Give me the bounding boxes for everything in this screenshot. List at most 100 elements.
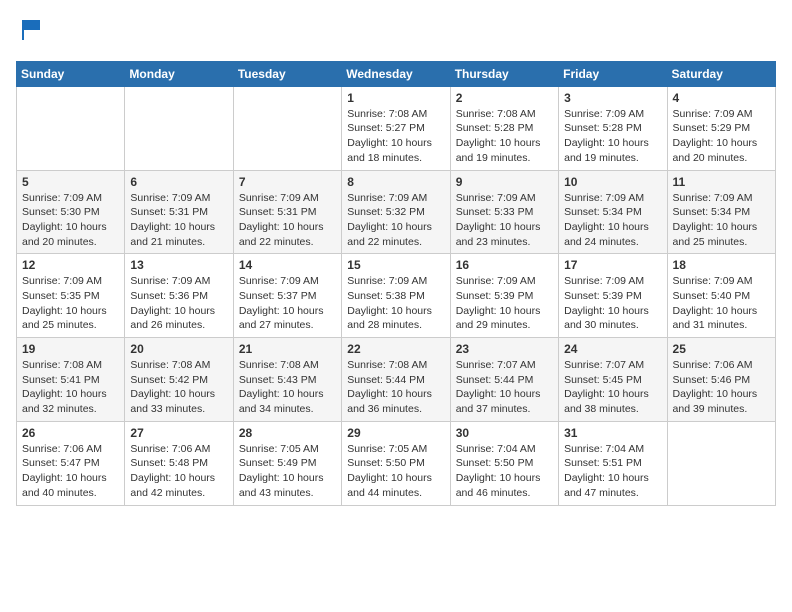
- day-number: 30: [456, 426, 553, 440]
- day-number: 9: [456, 175, 553, 189]
- calendar-cell: 26 Sunrise: 7:06 AMSunset: 5:47 PMDayligh…: [17, 421, 125, 505]
- day-number: 11: [673, 175, 770, 189]
- col-header-friday: Friday: [559, 61, 667, 86]
- calendar-week-row: 5 Sunrise: 7:09 AMSunset: 5:30 PMDaylight…: [17, 170, 776, 254]
- calendar-cell: 22 Sunrise: 7:08 AMSunset: 5:44 PMDayligh…: [342, 338, 450, 422]
- day-info: Sunrise: 7:09 AMSunset: 5:29 PMDaylight:…: [673, 107, 770, 166]
- day-info: Sunrise: 7:09 AMSunset: 5:37 PMDaylight:…: [239, 274, 336, 333]
- day-number: 16: [456, 258, 553, 272]
- page-header: [16, 16, 776, 49]
- day-number: 10: [564, 175, 661, 189]
- day-number: 6: [130, 175, 227, 189]
- calendar-cell: 12 Sunrise: 7:09 AMSunset: 5:35 PMDayligh…: [17, 254, 125, 338]
- calendar-cell: 6Sunrise: 7:09 AMSunset: 5:31 PMDaylight…: [125, 170, 233, 254]
- day-info: Sunrise: 7:04 AMSunset: 5:50 PMDaylight:…: [456, 442, 553, 501]
- day-info: Sunrise: 7:05 AMSunset: 5:49 PMDaylight:…: [239, 442, 336, 501]
- day-number: 17: [564, 258, 661, 272]
- calendar-cell: 18Sunrise: 7:09 AMSunset: 5:40 PMDayligh…: [667, 254, 775, 338]
- day-info: Sunrise: 7:05 AMSunset: 5:50 PMDaylight:…: [347, 442, 444, 501]
- day-info: Sunrise: 7:09 AMSunset: 5:36 PMDaylight:…: [130, 274, 227, 333]
- day-number: 14: [239, 258, 336, 272]
- col-header-monday: Monday: [125, 61, 233, 86]
- logo-flag-icon: [18, 16, 46, 44]
- header-row: SundayMondayTuesdayWednesdayThursdayFrid…: [17, 61, 776, 86]
- calendar-cell: 24 Sunrise: 7:07 AMSunset: 5:45 PMDayligh…: [559, 338, 667, 422]
- day-info: Sunrise: 7:08 AMSunset: 5:27 PMDaylight:…: [347, 107, 444, 166]
- day-number: 19: [22, 342, 119, 356]
- calendar-cell: 16 Sunrise: 7:09 AMSunset: 5:39 PMDayligh…: [450, 254, 558, 338]
- day-number: 22: [347, 342, 444, 356]
- day-number: 28: [239, 426, 336, 440]
- calendar-cell: 28 Sunrise: 7:05 AMSunset: 5:49 PMDayligh…: [233, 421, 341, 505]
- day-info: Sunrise: 7:08 AMSunset: 5:42 PMDaylight:…: [130, 358, 227, 417]
- calendar-week-row: 12 Sunrise: 7:09 AMSunset: 5:35 PMDayligh…: [17, 254, 776, 338]
- day-number: 24: [564, 342, 661, 356]
- col-header-sunday: Sunday: [17, 61, 125, 86]
- col-header-thursday: Thursday: [450, 61, 558, 86]
- day-number: 3: [564, 91, 661, 105]
- day-number: 7: [239, 175, 336, 189]
- calendar-cell: 20Sunrise: 7:08 AMSunset: 5:42 PMDayligh…: [125, 338, 233, 422]
- calendar-cell: 3 Sunrise: 7:09 AMSunset: 5:28 PMDaylight…: [559, 86, 667, 170]
- calendar-cell: 29 Sunrise: 7:05 AMSunset: 5:50 PMDayligh…: [342, 421, 450, 505]
- calendar-week-row: 1 Sunrise: 7:08 AMSunset: 5:27 PMDaylight…: [17, 86, 776, 170]
- calendar-cell: 23Sunrise: 7:07 AMSunset: 5:44 PMDayligh…: [450, 338, 558, 422]
- day-info: Sunrise: 7:09 AMSunset: 5:39 PMDaylight:…: [456, 274, 553, 333]
- day-info: Sunrise: 7:09 AMSunset: 5:34 PMDaylight:…: [564, 191, 661, 250]
- calendar-week-row: 19 Sunrise: 7:08 AMSunset: 5:41 PMDayligh…: [17, 338, 776, 422]
- calendar-cell: 9 Sunrise: 7:09 AMSunset: 5:33 PMDaylight…: [450, 170, 558, 254]
- col-header-saturday: Saturday: [667, 61, 775, 86]
- day-info: Sunrise: 7:09 AMSunset: 5:33 PMDaylight:…: [456, 191, 553, 250]
- calendar-cell: [17, 86, 125, 170]
- day-info: Sunrise: 7:09 AMSunset: 5:28 PMDaylight:…: [564, 107, 661, 166]
- calendar-cell: 1 Sunrise: 7:08 AMSunset: 5:27 PMDaylight…: [342, 86, 450, 170]
- calendar-cell: 30 Sunrise: 7:04 AMSunset: 5:50 PMDayligh…: [450, 421, 558, 505]
- day-number: 8: [347, 175, 444, 189]
- calendar-cell: [233, 86, 341, 170]
- day-number: 15: [347, 258, 444, 272]
- calendar-cell: 5 Sunrise: 7:09 AMSunset: 5:30 PMDaylight…: [17, 170, 125, 254]
- day-number: 21: [239, 342, 336, 356]
- calendar-cell: 14 Sunrise: 7:09 AMSunset: 5:37 PMDayligh…: [233, 254, 341, 338]
- calendar-cell: 17Sunrise: 7:09 AMSunset: 5:39 PMDayligh…: [559, 254, 667, 338]
- day-number: 26: [22, 426, 119, 440]
- day-info: Sunrise: 7:09 AMSunset: 5:34 PMDaylight:…: [673, 191, 770, 250]
- day-number: 1: [347, 91, 444, 105]
- day-info: Sunrise: 7:09 AMSunset: 5:31 PMDaylight:…: [239, 191, 336, 250]
- day-info: Sunrise: 7:08 AMSunset: 5:44 PMDaylight:…: [347, 358, 444, 417]
- day-number: 25: [673, 342, 770, 356]
- day-number: 31: [564, 426, 661, 440]
- day-number: 2: [456, 91, 553, 105]
- col-header-wednesday: Wednesday: [342, 61, 450, 86]
- calendar-cell: 2 Sunrise: 7:08 AMSunset: 5:28 PMDaylight…: [450, 86, 558, 170]
- day-info: Sunrise: 7:08 AMSunset: 5:28 PMDaylight:…: [456, 107, 553, 166]
- calendar-cell: 11 Sunrise: 7:09 AMSunset: 5:34 PMDayligh…: [667, 170, 775, 254]
- day-number: 5: [22, 175, 119, 189]
- day-number: 27: [130, 426, 227, 440]
- col-header-tuesday: Tuesday: [233, 61, 341, 86]
- calendar-cell: 19 Sunrise: 7:08 AMSunset: 5:41 PMDayligh…: [17, 338, 125, 422]
- calendar-cell: 27 Sunrise: 7:06 AMSunset: 5:48 PMDayligh…: [125, 421, 233, 505]
- day-number: 18: [673, 258, 770, 272]
- calendar-cell: 25Sunrise: 7:06 AMSunset: 5:46 PMDayligh…: [667, 338, 775, 422]
- day-info: Sunrise: 7:04 AMSunset: 5:51 PMDaylight:…: [564, 442, 661, 501]
- calendar-cell: 15 Sunrise: 7:09 AMSunset: 5:38 PMDayligh…: [342, 254, 450, 338]
- day-info: Sunrise: 7:06 AMSunset: 5:48 PMDaylight:…: [130, 442, 227, 501]
- day-number: 4: [673, 91, 770, 105]
- day-info: Sunrise: 7:09 AMSunset: 5:32 PMDaylight:…: [347, 191, 444, 250]
- day-number: 29: [347, 426, 444, 440]
- day-info: Sunrise: 7:06 AMSunset: 5:47 PMDaylight:…: [22, 442, 119, 501]
- logo: [16, 16, 46, 49]
- day-number: 12: [22, 258, 119, 272]
- day-info: Sunrise: 7:09 AMSunset: 5:30 PMDaylight:…: [22, 191, 119, 250]
- calendar-cell: 13Sunrise: 7:09 AMSunset: 5:36 PMDayligh…: [125, 254, 233, 338]
- calendar-cell: [667, 421, 775, 505]
- calendar-week-row: 26 Sunrise: 7:06 AMSunset: 5:47 PMDayligh…: [17, 421, 776, 505]
- day-info: Sunrise: 7:09 AMSunset: 5:38 PMDaylight:…: [347, 274, 444, 333]
- day-info: Sunrise: 7:07 AMSunset: 5:45 PMDaylight:…: [564, 358, 661, 417]
- calendar-cell: 10 Sunrise: 7:09 AMSunset: 5:34 PMDayligh…: [559, 170, 667, 254]
- calendar-cell: 21Sunrise: 7:08 AMSunset: 5:43 PMDayligh…: [233, 338, 341, 422]
- calendar-cell: [125, 86, 233, 170]
- day-info: Sunrise: 7:08 AMSunset: 5:41 PMDaylight:…: [22, 358, 119, 417]
- day-info: Sunrise: 7:09 AMSunset: 5:35 PMDaylight:…: [22, 274, 119, 333]
